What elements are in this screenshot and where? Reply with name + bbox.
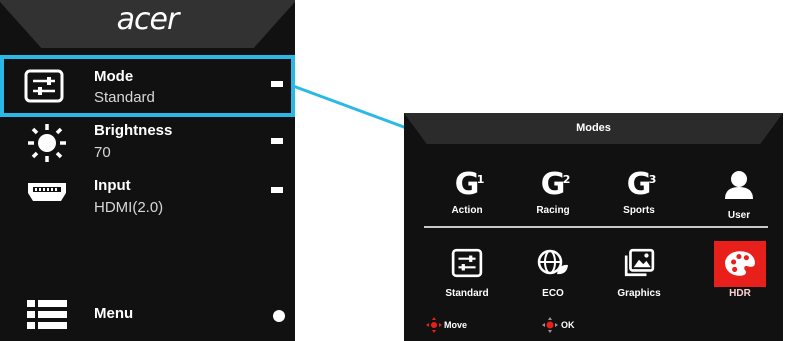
footer-ok-label: OK [561,320,575,330]
mode-hdr-label: HDR [729,288,751,299]
gaming-mode-3-icon: G3 [626,167,657,202]
palette-icon [725,251,755,276]
mode-eco[interactable]: ECO [513,247,593,299]
mode-sports-label: Sports [623,205,655,216]
mode-sports[interactable]: G3 Sports [599,167,679,217]
modes-title: Modes [576,122,611,134]
mode-eco-label: ECO [542,288,564,299]
mode-user[interactable]: User [699,169,779,221]
move-arrows-icon [426,317,442,333]
pictures-icon [624,248,655,277]
mode-racing[interactable]: G2 Racing [513,167,593,217]
mode-action-label: Action [451,205,483,216]
gaming-mode-2-icon: G2 [540,167,571,202]
mode-graphics-label: Graphics [617,288,661,299]
user-icon [725,171,753,199]
mode-action[interactable]: G1 Action [427,167,507,217]
ok-button-icon [542,317,558,333]
modes-divider [424,226,768,228]
eco-globe-icon [537,249,568,275]
modes-submenu: Modes G1 Action G2 Racing G3 Sports User… [404,113,783,341]
mode-racing-label: Racing [536,205,570,216]
mode-user-label: User [727,210,751,221]
gaming-mode-1-icon: G1 [454,167,485,202]
mode-graphics[interactable]: Graphics [599,247,679,299]
mode-hdr[interactable]: HDR [700,247,780,299]
footer-move-label: Move [444,320,468,330]
mode-standard-label: Standard [445,288,489,299]
sliders-icon [451,248,483,278]
mode-standard[interactable]: Standard [427,247,507,299]
